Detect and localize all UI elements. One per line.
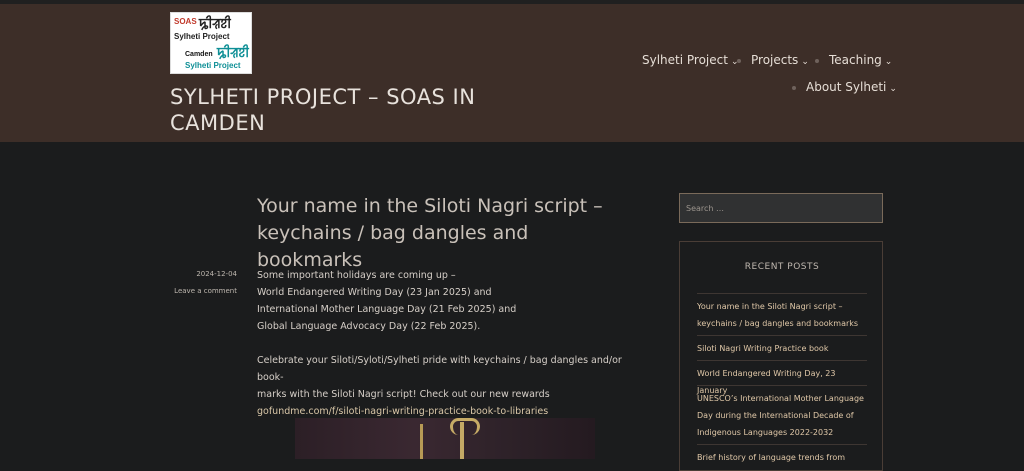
logo-script-2: ꠍꠤꠟꠐꠤ [217,45,249,60]
site-logo[interactable]: SOAS ꠍꠤꠟꠐꠤ Sylheti Project Camden ꠍꠤꠟꠐꠤ … [170,12,252,74]
nav-separator [815,59,819,63]
gofundme-link[interactable]: gofundme.com/f/siloti-nagri-writing-prac… [257,406,548,417]
post-line: Some important holidays are coming up – [257,270,456,281]
post-image [295,418,595,459]
logo-line2: Sylheti Project [174,32,230,41]
widget-title: RECENT POSTS [744,262,820,272]
nav-about-sylheti[interactable]: About Sylheti ⌄ [806,80,897,94]
nav-label: About Sylheti [806,80,887,94]
logo-line4: Sylheti Project [185,61,241,70]
site-header: SOAS ꠍꠤꠟꠐꠤ Sylheti Project Camden ꠍꠤꠟꠐꠤ … [0,4,1024,142]
logo-script-1: ꠍꠤꠟꠐꠤ [199,16,231,31]
nav-projects[interactable]: Projects ⌄ [751,53,809,67]
chevron-down-icon: ⌄ [801,57,809,67]
chain-shape [420,424,423,459]
post-line: marks with the Siloti Nagri script! Chec… [257,389,550,400]
nav-sylheti-project[interactable]: Sylheti Project ⌄ [642,53,739,67]
nav-separator [737,59,741,63]
post-line: Global Language Advocacy Day (22 Feb 202… [257,321,481,332]
search-input[interactable]: Search … [679,193,883,223]
recent-post-link[interactable]: Your name in the Siloti Nagri script – k… [697,293,867,332]
chevron-down-icon: ⌄ [889,84,897,94]
keyring-shape [450,418,480,435]
post-line: International Mother Language Day (21 Fe… [257,304,517,315]
nav-teaching[interactable]: Teaching ⌄ [829,53,892,67]
nav-separator [792,86,796,90]
post-content: Some important holidays are coming up – … [257,267,637,420]
recent-post-link[interactable]: Siloti Nagri Writing Practice book [697,335,867,357]
post-line: World Endangered Writing Day (23 Jan 202… [257,287,492,298]
post-title[interactable]: Your name in the Siloti Nagri script – k… [257,193,637,274]
nav-label: Teaching [829,53,882,67]
post-date[interactable]: 2024-12-04 [170,270,237,278]
logo-camden: Camden [185,51,213,58]
nav-label: Sylheti Project [642,53,728,67]
recent-post-link[interactable]: Brief history of language trends from [697,444,867,466]
logo-soas: SOAS [174,17,197,26]
recent-post-link[interactable]: UNESCO’s International Mother Language D… [697,385,867,441]
post-line: Celebrate your Siloti/Syloti/Sylheti pri… [257,355,622,383]
site-title[interactable]: SYLHETI PROJECT – SOAS IN CAMDEN [170,84,530,136]
chain-shape [460,422,464,459]
nav-label: Projects [751,53,799,67]
leave-comment-link[interactable]: Leave a comment [160,287,237,295]
recent-posts-widget: RECENT POSTS Your name in the Siloti Nag… [679,241,883,471]
chevron-down-icon: ⌄ [884,57,893,67]
